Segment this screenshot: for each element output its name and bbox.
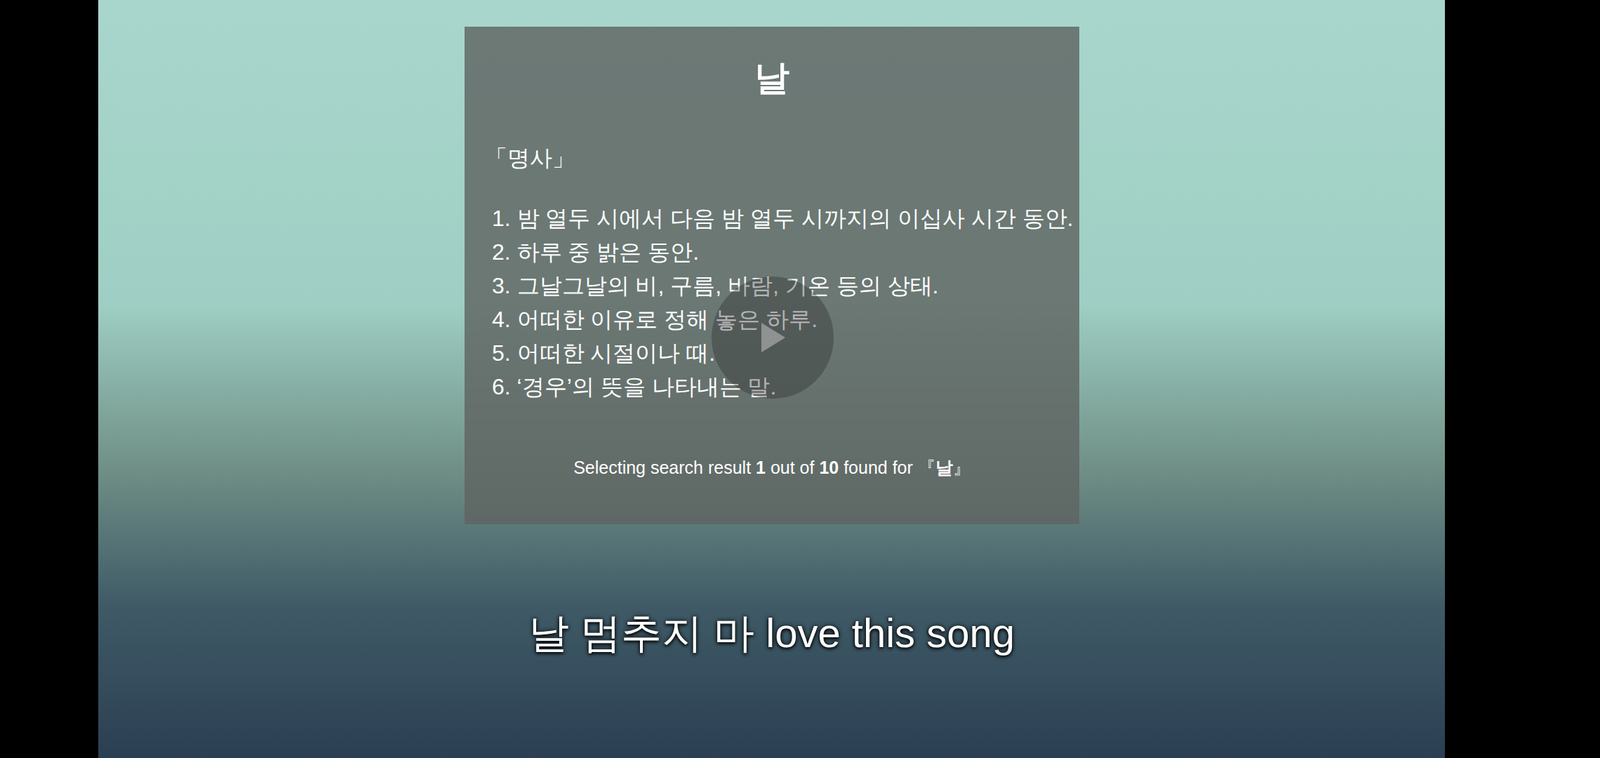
play-icon xyxy=(758,321,787,354)
video-player: 날 「명사」 1. 밤 열두 시에서 다음 밤 열두 시까지의 이십사 시간 동안.… xyxy=(0,0,1600,758)
part-of-speech: 「명사」 xyxy=(484,143,1052,172)
subtitle: 날 멈추지 마 love this song xyxy=(98,607,1445,659)
play-button[interactable] xyxy=(711,276,834,399)
video-frame[interactable]: 날 「명사」 1. 밤 열두 시에서 다음 밤 열두 시까지의 이십사 시간 동안.… xyxy=(98,0,1445,758)
headword: 날 xyxy=(491,56,1052,101)
search-status: Selecting search result 1 out of 10 foun… xyxy=(491,456,1052,479)
dictionary-popup: 날 「명사」 1. 밤 열두 시에서 다음 밤 열두 시까지의 이십사 시간 동안.… xyxy=(464,26,1080,525)
letterbox-left xyxy=(0,0,99,758)
definition-item: 1. 밤 열두 시에서 다음 밤 열두 시까지의 이십사 시간 동안. xyxy=(491,201,1052,236)
letterbox-right xyxy=(1444,0,1600,758)
definition-item: 2. 하루 중 밝은 동안. xyxy=(491,235,1052,269)
